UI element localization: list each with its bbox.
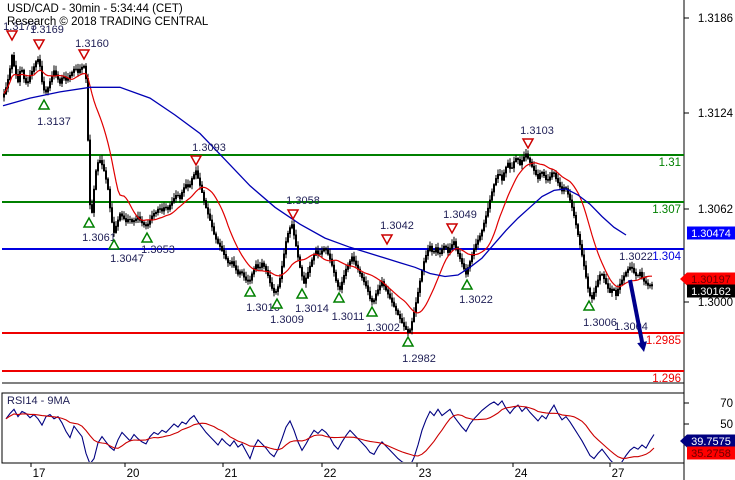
fast-ma-line — [3, 69, 652, 314]
pivot-label: 1.3014 — [295, 303, 329, 315]
pivot-down-triangle-icon — [189, 155, 203, 167]
level-label-1.296: 1.296 — [652, 373, 681, 385]
x-axis-tick-label: 20 — [127, 468, 140, 480]
x-axis-tick-label: 27 — [612, 468, 625, 480]
y-axis-tick-label: 1.3124 — [698, 108, 734, 120]
pivot-label: 1.2982 — [402, 353, 436, 365]
pivot-down-triangle-icon — [32, 39, 46, 51]
rsi-label: RSI14 - 9MA — [7, 395, 71, 407]
pivot-label: 1.3053 — [141, 244, 175, 256]
pivot-up-triangle-icon — [37, 98, 51, 110]
pivot-down-triangle-icon — [445, 223, 459, 235]
y-axis-tick-label: 1.3062 — [698, 204, 733, 216]
pivot-label: 1.3061 — [82, 232, 116, 244]
candles-layer — [3, 52, 653, 337]
forecast-arrow-shaft — [628, 279, 645, 347]
level-label-1.307: 1.307 — [652, 204, 681, 216]
y-axis-tick-label: 1.3000 — [698, 297, 733, 309]
pivot-label: 1.3009 — [270, 314, 304, 326]
chart-title: USD/CAD - 30min - 5:34:44 (CET) — [7, 3, 183, 15]
pivot-up-triangle-icon — [401, 335, 415, 347]
pivot-label: 1.3093 — [192, 142, 226, 154]
level-label-1.2985: 1.2985 — [646, 335, 681, 347]
rsi-tick-label: 50 — [720, 419, 733, 431]
price-badge-value: 1.30474 — [691, 228, 731, 240]
price-label: 1.3022 — [619, 251, 653, 263]
pivot-label: 1.3022 — [459, 294, 493, 306]
rsi-tick-label: 70 — [720, 398, 733, 410]
pivot-up-triangle-icon — [332, 291, 346, 303]
pivot-label: 1.3006 — [583, 317, 617, 329]
pivot-up-triangle-icon — [460, 278, 474, 290]
chart-source: Research © 2018 TRADING CENTRAL — [7, 16, 209, 28]
rsi-panel-border — [1, 392, 685, 464]
chart-header: USD/CAD - 30min - 5:34:44 (CET) Research… — [7, 3, 208, 29]
trading-chart: USD/CAD - 30min - 5:34:44 (CET) Research… — [0, 0, 735, 480]
pivot-label: 1.3058 — [286, 195, 320, 207]
rsi-line — [5, 399, 655, 462]
pivot-label: 1.3047 — [110, 253, 144, 265]
pivot-label: 1.3137 — [37, 116, 71, 128]
x-axis-tick-label: 22 — [324, 468, 337, 480]
pivot-label: 1.3002 — [366, 322, 400, 334]
x-axis-tick-label: 24 — [515, 468, 528, 480]
x-axis-tick-label: 21 — [225, 468, 238, 480]
price-label: 1.3004 — [614, 321, 648, 333]
level-label-1.31: 1.31 — [659, 157, 681, 169]
rsi-badge-value: 35.2758 — [691, 448, 731, 460]
pivot-up-triangle-icon — [82, 216, 96, 228]
x-axis-tick-label: 17 — [33, 468, 46, 480]
price-badge-value: 1.30162 — [691, 286, 731, 298]
price-badge-value: 1.30197 — [691, 274, 731, 286]
rsi-badge-value: 39.7575 — [691, 436, 731, 448]
pivot-label: 1.3049 — [443, 209, 477, 221]
pivot-label: 1.3042 — [380, 220, 414, 232]
pivot-label: 1.3160 — [75, 38, 109, 50]
level-label-1.304: 1.304 — [652, 251, 681, 263]
pivot-up-triangle-icon — [295, 287, 309, 299]
pivot-up-triangle-icon — [243, 285, 257, 297]
pivot-label: 1.3103 — [520, 125, 554, 137]
pivot-down-triangle-icon — [380, 234, 394, 246]
pivot-down-triangle-icon — [77, 49, 91, 61]
y-axis-tick-label: 1.3186 — [698, 13, 733, 25]
pivot-up-triangle-icon — [365, 305, 379, 317]
pivot-down-triangle-icon — [521, 138, 535, 150]
rsi-ma-line — [5, 405, 655, 459]
pivot-up-triangle-icon — [140, 231, 154, 243]
x-axis-tick-label: 23 — [419, 468, 432, 480]
pivot-label: 1.3011 — [332, 311, 365, 323]
price-chart-canvas: 1.311.3071.3041.29851.2961.31731.31691.3… — [1, 0, 735, 480]
